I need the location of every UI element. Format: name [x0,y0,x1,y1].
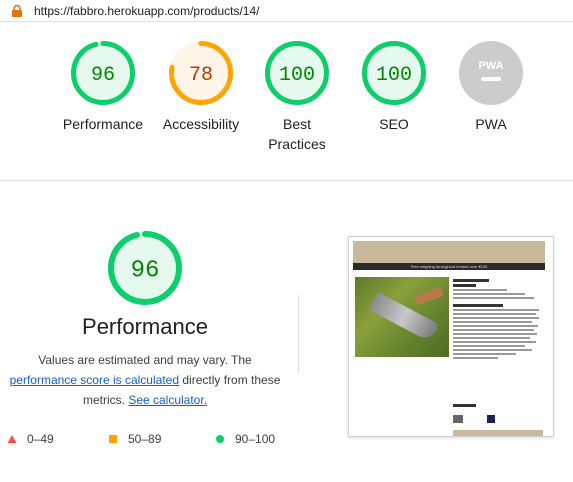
legend-average: 50–89 [108,432,161,446]
score-value: 96 [131,258,160,285]
url-bar[interactable]: https://fabbro.herokuapp.com/products/14… [0,0,573,22]
lock-icon [10,4,24,18]
gauge-label: PWA [475,116,507,132]
score-ring-icon: PWA [459,41,523,105]
performance-description: Values are estimated and may vary. The p… [0,350,290,410]
gauge-accessibility[interactable]: 78 Accessibility [156,40,246,134]
score-ring-icon: 96 [71,41,135,105]
thumbnail-product-text [453,277,543,361]
thumbnail-quantity [453,402,543,428]
score-calculated-link[interactable]: performance score is calculated [10,373,179,387]
gauge-seo[interactable]: 100 SEO [349,40,439,134]
legend-fail-range: 0–49 [27,432,54,446]
legend-pass: 90–100 [215,432,275,446]
score-ring-icon: 96 [108,231,182,305]
section-divider [0,180,573,181]
legend-fail: 0–49 [7,432,54,446]
legend-pass-range: 90–100 [235,432,276,446]
gauge-performance[interactable]: 96 Performance [58,40,148,134]
thumbnail-navbar [353,241,545,263]
score-ring-icon: 78 [169,41,233,105]
page-screenshot-thumbnail[interactable]: Free shipping throughout Ireland over €1… [348,236,554,437]
score-value: 78 [189,64,213,87]
gauge-label: SEO [379,116,409,132]
score-ring-icon: 100 [362,41,426,105]
gauge-pwa[interactable]: PWA PWA [446,40,536,134]
thumbnail-product-image [355,277,449,357]
gauge-label: Performance [62,116,144,132]
score-ring-icon: 100 [265,41,329,105]
url-text: https://fabbro.herokuapp.com/products/14… [34,3,260,18]
machete-handle [414,286,444,306]
score-value: 100 [376,64,412,87]
performance-large-gauge: 96 [0,230,290,306]
vertical-divider [298,295,299,373]
gauge-label: Best Practices [268,116,326,152]
circle-icon [216,435,224,443]
performance-title: Performance [82,314,208,339]
thumbnail-banner: Free shipping throughout Ireland over €1… [353,263,545,270]
gauge-label: Accessibility [162,116,240,132]
description-text: Values are estimated and may vary. The [38,353,252,367]
triangle-icon [7,435,17,443]
square-icon [109,435,117,443]
thumbnail-footer [453,430,543,436]
score-value: 96 [91,64,115,87]
pwa-badge-text: PWA [478,60,503,72]
performance-summary: 96 Performance Values are estimated and … [0,230,290,410]
see-calculator-link[interactable]: See calculator. [128,393,207,407]
category-gauges: 96 Performance 78 Accessibility 100 Best Pra… [0,40,573,170]
score-value: 100 [279,64,315,87]
gauge-best-practices[interactable]: 100 Best Practices [252,40,342,154]
pwa-dash-icon [481,77,501,81]
score-legend: 0–49 50–89 90–100 [0,432,300,448]
legend-average-range: 50–89 [128,432,162,446]
